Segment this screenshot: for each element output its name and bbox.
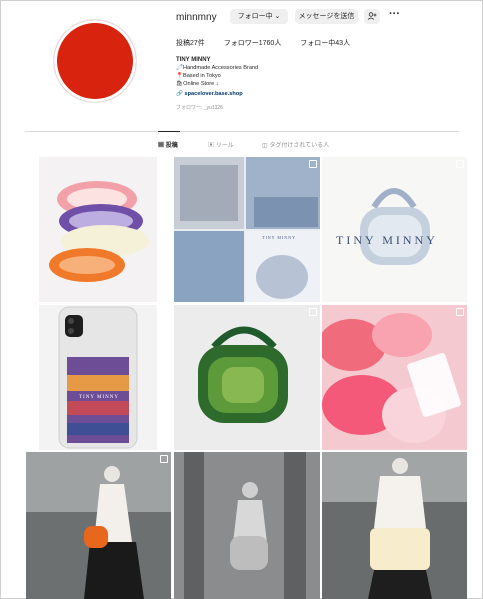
suggested-user-button[interactable]: [364, 9, 380, 24]
carousel-icon: [160, 455, 168, 463]
link-icon: 🔗: [176, 91, 183, 97]
profile-avatar[interactable]: [53, 19, 137, 103]
bio-line: 🛍Online Store ↓: [176, 81, 219, 87]
bio-link-text[interactable]: spacelover.base.shop: [185, 91, 243, 97]
overlay-text: TINY MINNY: [79, 395, 119, 400]
pink-knit-closeup-image: [322, 305, 467, 450]
carousel-icon: [309, 308, 317, 316]
profile-stats: 投稿27件 フォロワー1760人 フォロー中43人: [176, 38, 367, 48]
more-options-icon[interactable]: ···: [389, 8, 400, 20]
bio-line: 📍Based in Tokyo: [176, 73, 221, 79]
tag-icon: ◫: [262, 143, 268, 149]
snow-forest-cream-bag-image: [322, 452, 467, 599]
tab-label: リール: [215, 143, 234, 149]
tab-posts[interactable]: ▦ 投稿: [158, 140, 178, 149]
carousel-icon: [456, 160, 464, 168]
tab-label: 投稿: [165, 143, 178, 149]
knit-bangles-image: [49, 181, 149, 282]
posts-count: 投稿27件: [176, 40, 205, 47]
profile-username: minnmny: [176, 12, 217, 23]
post-thumbnail[interactable]: [39, 157, 157, 302]
post-thumbnail[interactable]: [26, 452, 171, 599]
knit-bag-image: [360, 188, 430, 265]
snow-forest-white-bag-image: [174, 452, 320, 599]
carousel-icon: [456, 308, 464, 316]
post-thumbnail[interactable]: TINY MINNY: [322, 157, 467, 302]
tab-tagged[interactable]: ◫ タグ付けされている人: [262, 140, 329, 149]
reels-icon: ▣: [208, 143, 215, 149]
post-thumbnail[interactable]: [174, 305, 320, 450]
post-thumbnail[interactable]: TINY MINNY: [174, 157, 320, 302]
collage-image: [174, 157, 320, 302]
phone-case-image: [58, 306, 138, 449]
overlay-text: TINY MINNY: [336, 233, 438, 247]
bio-name: TINY MINNY: [176, 57, 211, 63]
carousel-icon: [309, 160, 317, 168]
post-thumbnail[interactable]: [322, 305, 467, 450]
post-thumbnail[interactable]: [174, 452, 320, 599]
green-knit-bag-image: [198, 326, 288, 423]
following-count[interactable]: フォロー中43人: [300, 40, 350, 47]
followed-by[interactable]: フォロワー: _yu1326: [176, 104, 223, 111]
tab-reels[interactable]: ▣ リール: [208, 140, 234, 149]
tabs-divider: [25, 131, 459, 132]
tab-label: タグ付けされている人: [269, 143, 330, 149]
followers-count[interactable]: フォロワー1760人: [224, 40, 282, 47]
grid-icon: ▦: [158, 143, 165, 149]
post-thumbnail[interactable]: TINY MINNY: [39, 305, 157, 450]
bio-line: 🧷Handmade Accessories Brand: [176, 65, 259, 71]
bio-link[interactable]: 🔗 spacelover.base.shop: [176, 91, 243, 97]
send-message-button[interactable]: メッセージを送信: [295, 9, 358, 24]
active-tab-indicator: [158, 131, 180, 132]
overlay-text: TINY MINNY: [262, 235, 296, 240]
post-thumbnail[interactable]: [322, 452, 467, 599]
following-button[interactable]: フォロー中 ⌄: [230, 9, 288, 24]
add-user-icon: [367, 12, 377, 20]
snow-forest-orange-bag-image: [26, 452, 171, 599]
